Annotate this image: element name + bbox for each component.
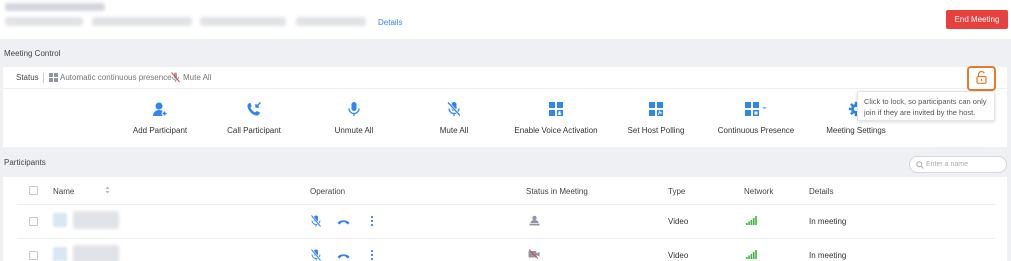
end-meeting-button[interactable]: End Meeting bbox=[946, 10, 1008, 29]
call-participant-label: Call Participant bbox=[227, 126, 281, 135]
column-header-network: Network bbox=[744, 187, 774, 196]
meeting-control-heading: Meeting Control bbox=[4, 49, 61, 58]
mute-state-text: Mute All bbox=[183, 73, 212, 82]
mute-all-label: Mute All bbox=[439, 126, 469, 135]
meeting-title-redacted bbox=[5, 3, 105, 11]
mute-all-button[interactable]: Mute All bbox=[399, 101, 509, 135]
meeting-info-redacted-1 bbox=[5, 17, 83, 26]
table-header-row: Name Operation Status in Meeting Type Ne… bbox=[17, 177, 995, 205]
unlock-icon bbox=[976, 71, 987, 86]
lock-meeting-button[interactable] bbox=[967, 66, 996, 91]
continuous-presence-button[interactable]: Continuous Presence bbox=[701, 101, 811, 135]
meeting-header: Details End Meeting bbox=[0, 0, 1011, 39]
call-participant-button[interactable]: Call Participant bbox=[199, 101, 309, 135]
voice-activation-icon bbox=[501, 101, 611, 117]
set-host-polling-label: Set Host Polling bbox=[627, 126, 685, 135]
microphone-icon bbox=[299, 101, 409, 117]
column-header-type: Type bbox=[668, 187, 686, 196]
participant-name-redacted bbox=[73, 245, 119, 261]
meeting-status-bar: Status Automatic continuous presence Mut… bbox=[3, 67, 1007, 89]
participants-table: Name Operation Status in Meeting Type Ne… bbox=[3, 177, 1007, 261]
participant-details: In meeting bbox=[809, 217, 847, 226]
meeting-info-redacted-2 bbox=[92, 17, 192, 26]
network-signal-icon bbox=[746, 216, 757, 227]
row-checkbox[interactable] bbox=[29, 217, 38, 226]
avatar bbox=[53, 213, 67, 227]
microphone-muted-icon bbox=[399, 101, 509, 117]
layout-grid-icon bbox=[49, 73, 58, 84]
select-all-checkbox[interactable] bbox=[29, 186, 38, 195]
status-label: Status bbox=[16, 73, 39, 82]
meeting-settings-label: Meeting Settings bbox=[826, 126, 886, 135]
unmute-all-label: Unmute All bbox=[334, 126, 374, 135]
meeting-info-redacted-3 bbox=[200, 17, 286, 26]
hang-up-icon[interactable] bbox=[337, 252, 350, 261]
sort-icon[interactable] bbox=[105, 186, 110, 196]
column-header-details: Details bbox=[809, 187, 834, 196]
row-checkbox[interactable] bbox=[29, 251, 38, 260]
microphone-muted-icon[interactable] bbox=[310, 214, 322, 229]
participant-search bbox=[909, 156, 1007, 173]
participant-name-redacted bbox=[73, 211, 119, 229]
search-input[interactable] bbox=[926, 159, 1002, 170]
lock-tooltip: Click to lock, so participants can only … bbox=[857, 91, 995, 121]
more-options-icon[interactable] bbox=[370, 215, 374, 229]
microphone-muted-icon bbox=[171, 72, 180, 85]
participants-heading: Participants bbox=[4, 158, 46, 167]
enable-voice-activation-button[interactable]: Enable Voice Activation bbox=[501, 101, 611, 135]
continuous-presence-icon bbox=[701, 101, 811, 117]
enable-voice-activation-label: Enable Voice Activation bbox=[514, 126, 598, 135]
column-header-name: Name bbox=[53, 187, 75, 196]
avatar bbox=[53, 247, 67, 261]
more-options-icon[interactable] bbox=[370, 249, 374, 261]
table-row: Video In meeting bbox=[17, 205, 995, 239]
column-header-status: Status in Meeting bbox=[526, 187, 588, 196]
network-signal-icon bbox=[746, 250, 757, 261]
hang-up-icon[interactable] bbox=[337, 218, 350, 227]
column-header-operation: Operation bbox=[310, 187, 346, 196]
continuous-presence-label: Continuous Presence bbox=[717, 126, 795, 135]
participant-type: Video bbox=[668, 217, 689, 226]
set-host-polling-button[interactable]: Set Host Polling bbox=[601, 101, 711, 135]
host-polling-icon bbox=[601, 101, 711, 117]
table-row: Video In meeting bbox=[17, 239, 995, 261]
call-participant-icon bbox=[199, 101, 309, 117]
participant-details: In meeting bbox=[809, 251, 847, 260]
camera-off-icon bbox=[528, 249, 540, 261]
host-icon bbox=[529, 215, 540, 228]
search-icon bbox=[916, 161, 924, 169]
participant-type: Video bbox=[668, 251, 689, 260]
status-divider bbox=[43, 73, 44, 83]
meeting-info-redacted-4 bbox=[296, 17, 366, 26]
details-link[interactable]: Details bbox=[378, 18, 402, 27]
presence-mode-text: Automatic continuous presence bbox=[60, 73, 172, 82]
unmute-all-button[interactable]: Unmute All bbox=[299, 101, 409, 135]
microphone-muted-icon[interactable] bbox=[310, 248, 322, 261]
